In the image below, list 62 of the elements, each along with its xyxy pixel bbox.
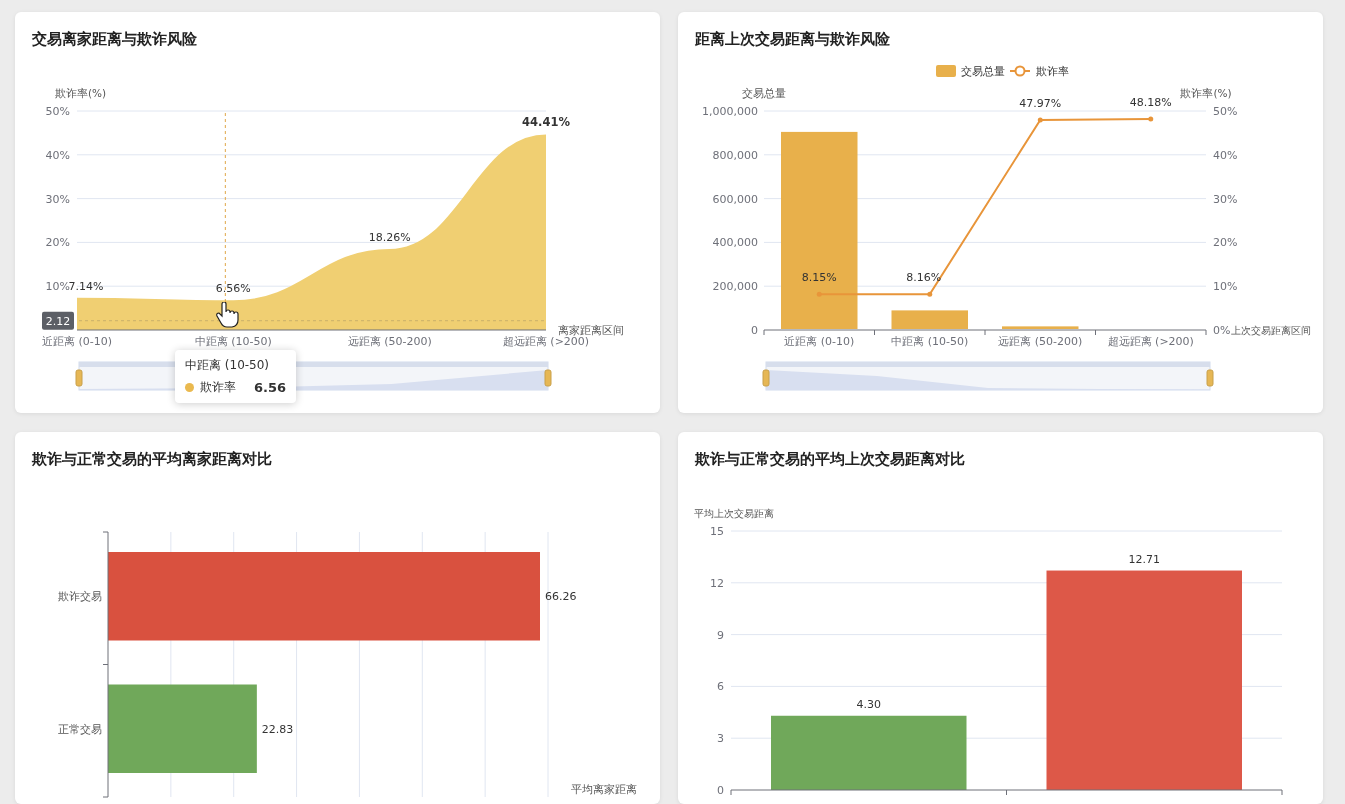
tooltip-title: 中距离 (10-50) (185, 357, 271, 374)
axis-tick-label: 近距离 (0-10) (42, 335, 112, 348)
axis-tick-label: 40% (1213, 148, 1238, 162)
value-label: 7.14% (68, 279, 104, 293)
axis-value-label: 2.12 (42, 311, 74, 330)
chart-title: 交易离家距离与欺诈风险 (31, 29, 198, 50)
axis-title: 离家距离区间 (558, 324, 624, 336)
axis-tick-label: 10% (45, 280, 70, 294)
axis-tick-label: 30% (1213, 192, 1238, 206)
value-label: 8.16% (906, 271, 942, 285)
axis-tick-label: 中距离 (10-50) (891, 335, 969, 348)
chart-title: 距离上次交易距离与欺诈风险 (694, 29, 891, 50)
axis-title: 交易总量 (742, 87, 786, 99)
value-label: 48.18% (1129, 95, 1172, 109)
axis-tick-label: 1,000,000 (702, 105, 758, 118)
series-name: 欺诈率 (200, 379, 236, 396)
value-label: 12.71 (1128, 552, 1160, 566)
axis-title: 上次交易距离区间 (1231, 325, 1311, 336)
axis-tick-label: 40% (45, 148, 70, 162)
axis-tick-label: 远距离 (50-200) (998, 335, 1083, 348)
axis-tick-label: 6 (717, 680, 724, 694)
value-label: 6.56% (215, 282, 251, 296)
chart-title: 欺诈与正常交易的平均离家距离对比 (31, 449, 273, 470)
value-label: 47.97% (1019, 96, 1062, 110)
axis-tick-label: 50% (45, 105, 70, 118)
value-label: 4.30 (856, 697, 881, 711)
axis-tick-label: 远距离 (50-200) (347, 335, 432, 348)
axis-tick-label: 600,000 (712, 192, 758, 206)
axis-tick-label: 50% (1213, 105, 1238, 118)
axis-tick-label: 3 (717, 732, 724, 746)
axis-tick-label: 9 (717, 628, 724, 642)
axis-tick-label: 12 (710, 576, 724, 590)
axis-title: 平均上次交易距离 (694, 508, 774, 519)
axis-tick-label: 近距离 (0-10) (784, 335, 855, 348)
axis-tick-label: 超远距离 (>200) (1107, 335, 1194, 348)
axis-tick-label: 15 (710, 525, 724, 538)
value-label: 44.41% (522, 115, 570, 130)
axis-tick-label: 中距离 (10-50) (194, 335, 272, 348)
value-label: 8.15% (801, 271, 837, 285)
series-value: 6.56 (254, 380, 287, 395)
chart-title: 欺诈与正常交易的平均上次交易距离对比 (694, 449, 966, 470)
axis-tick-label: 20% (45, 236, 70, 250)
axis-tick-label: 200,000 (712, 280, 758, 294)
axis-title: 欺诈率(%) (1180, 87, 1232, 99)
legend-label: 欺诈率 (1036, 65, 1069, 77)
value-label: 66.26 (545, 590, 577, 604)
axis-tick-label: 正常交易 (58, 722, 102, 735)
axis-tick-label: 400,000 (712, 236, 758, 250)
axis-tick-label: 10% (1213, 280, 1238, 294)
value-label: 22.83 (261, 722, 294, 736)
axis-title: 平均离家距离 (571, 783, 637, 795)
axis-tick-label: 0 (751, 324, 758, 337)
axis-tick-label: 0% (1213, 324, 1231, 337)
legend-label: 交易总量 (961, 65, 1005, 77)
axis-tick-label: 0 (717, 784, 724, 797)
axis-tick-label: 欺诈交易 (58, 590, 102, 603)
axis-title: 欺诈率(%) (55, 87, 107, 99)
axis-tick-label: 20% (1213, 236, 1238, 250)
axis-tick-label: 800,000 (712, 148, 758, 162)
value-label: 18.26% (368, 231, 411, 244)
axis-tick-label: 30% (45, 192, 70, 206)
axis-tick-label: 超远距离 (>200) (502, 335, 590, 348)
